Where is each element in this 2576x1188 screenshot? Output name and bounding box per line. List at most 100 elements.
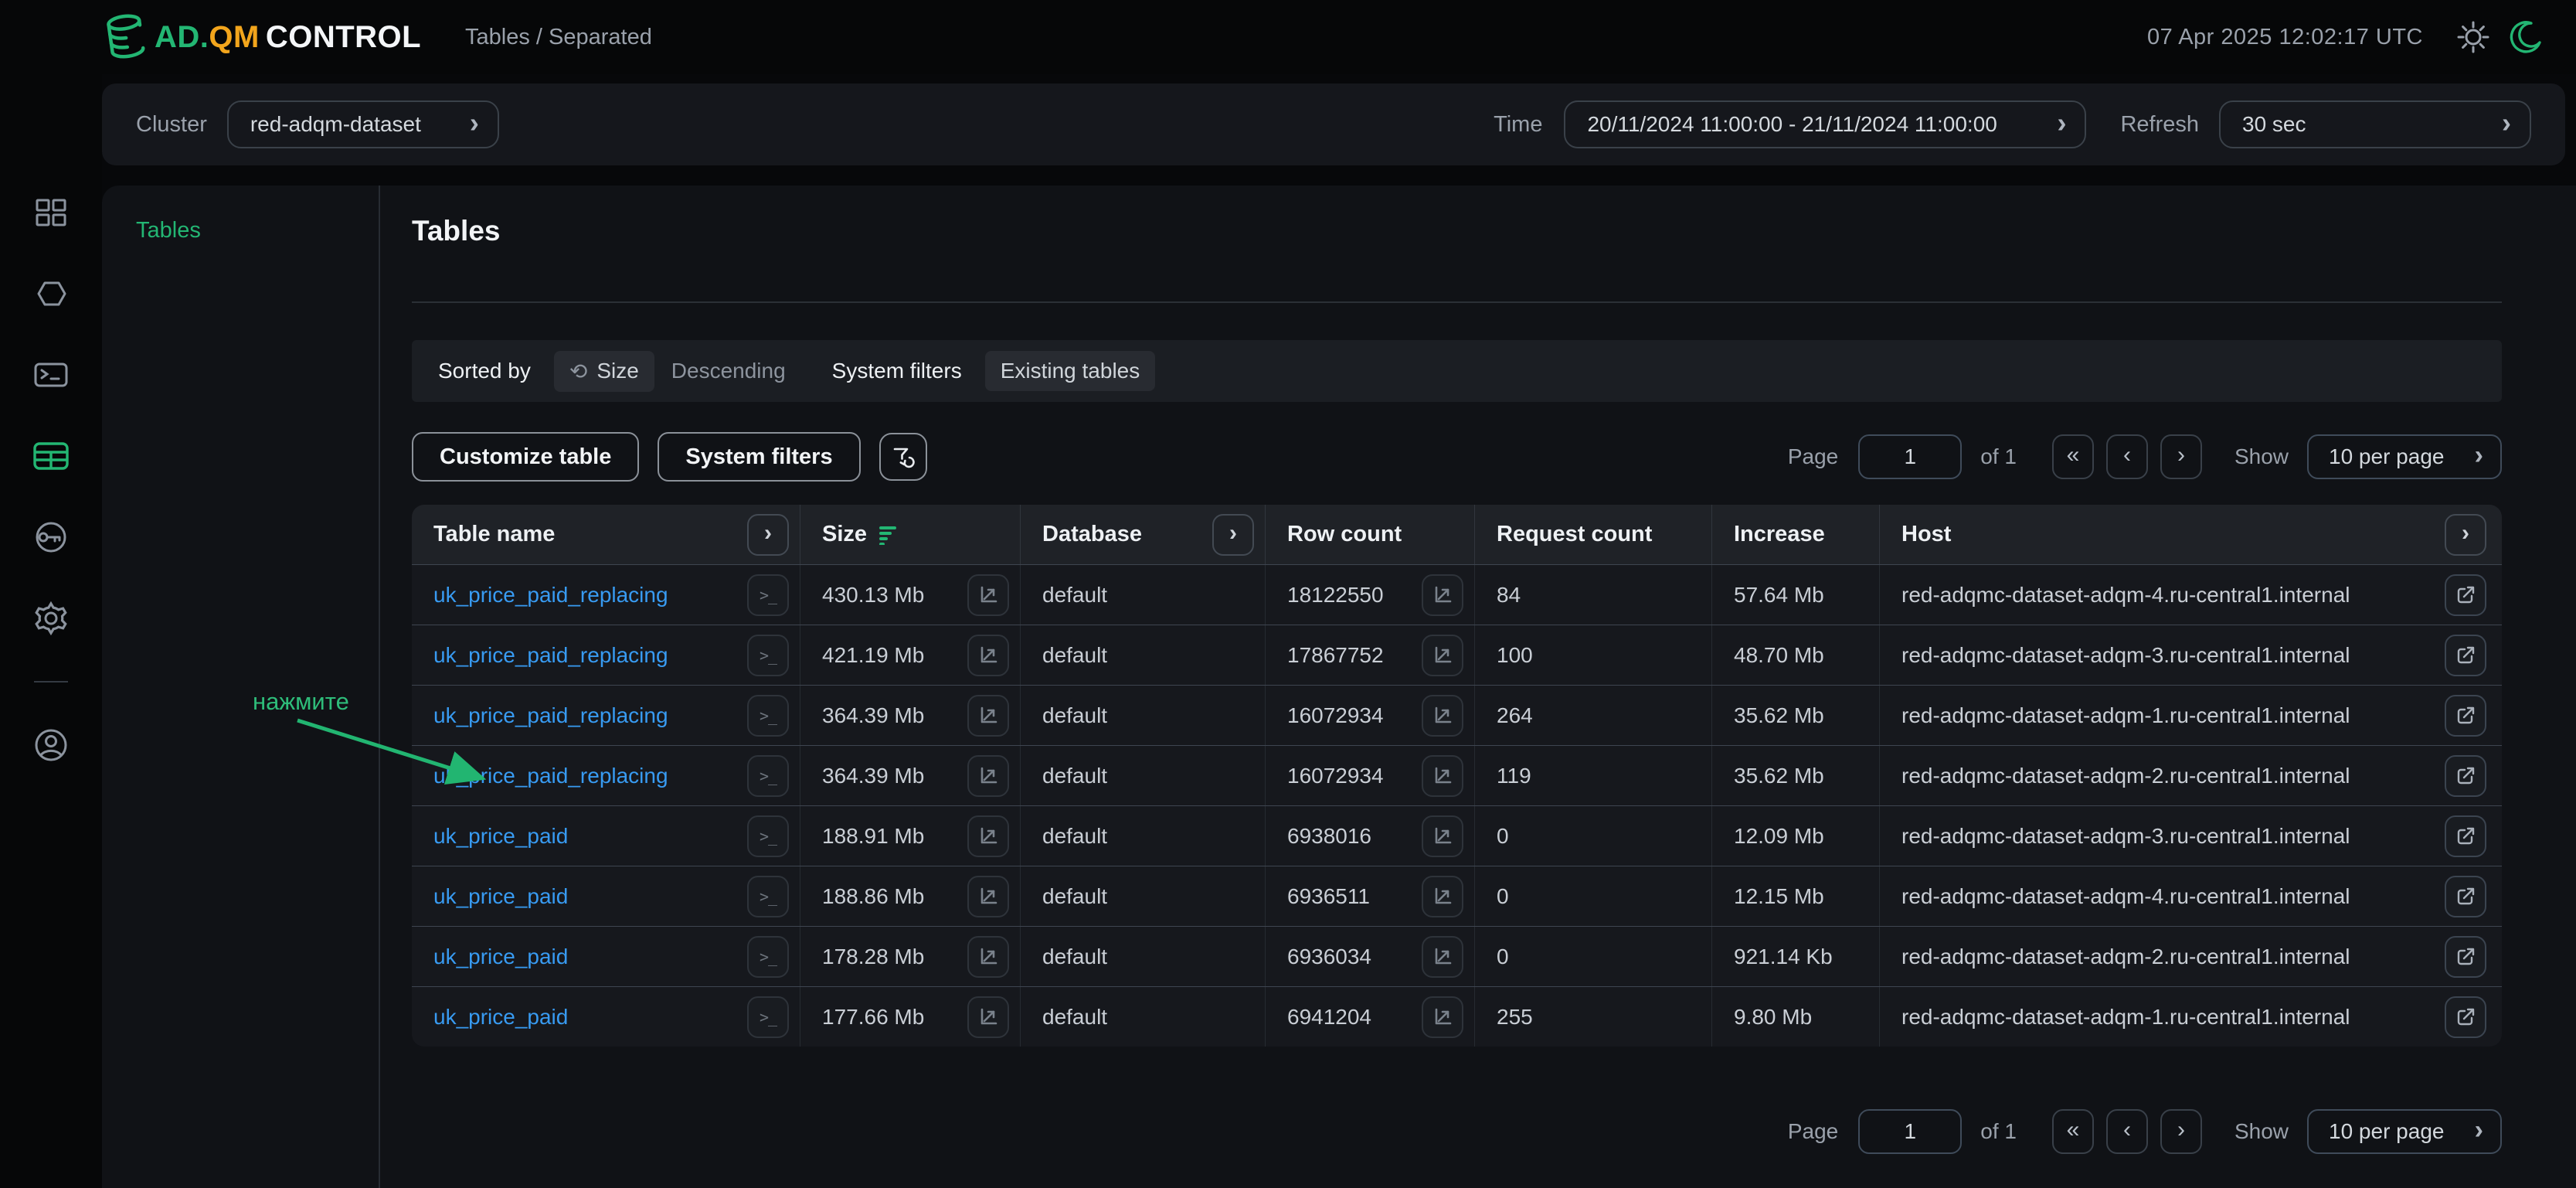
dashboard-icon[interactable] [31,192,71,233]
open-host-button[interactable] [2445,936,2486,978]
open-terminal-button[interactable]: >_ [747,635,789,676]
page-number-input[interactable] [1858,434,1962,479]
chart-trend-icon [1431,584,1454,607]
prev-page-button[interactable]: ‹ [2106,434,2148,479]
expand-column-button[interactable]: › [747,514,789,556]
external-link-icon [2454,644,2477,667]
row-count-chart-button[interactable] [1422,755,1463,797]
nav-divider [379,186,380,1188]
table-header-row: Table name › Size Database [412,505,2502,564]
size-chart-button[interactable] [967,755,1009,797]
size-chart-button[interactable] [967,996,1009,1038]
table-name-link[interactable]: uk_price_paid [433,945,568,969]
row-count-chart-button[interactable] [1422,815,1463,857]
open-host-button[interactable] [2445,755,2486,797]
table-name-link[interactable]: uk_price_paid [433,884,568,909]
row-count-chart-button[interactable] [1422,635,1463,676]
open-terminal-button[interactable]: >_ [747,574,789,616]
row-count-chart-button[interactable] [1422,574,1463,616]
size-chart-button[interactable] [967,876,1009,917]
per-page-select[interactable]: 10 per page › [2307,434,2502,479]
size-chart-button[interactable] [967,574,1009,616]
request-count-value: 0 [1497,884,1509,909]
host-value: red-adqmc-dataset-adqm-2.ru-central1.int… [1901,945,2350,969]
open-host-button[interactable] [2445,695,2486,737]
terminal-icon[interactable] [31,355,71,395]
table-name-link[interactable]: uk_price_paid_replacing [433,703,668,728]
size-chart-button[interactable] [967,815,1009,857]
size-value: 364.39 Mb [822,764,924,788]
sun-icon[interactable] [2455,19,2491,55]
col-row-count: Row count [1266,505,1475,564]
open-terminal-button[interactable]: >_ [747,815,789,857]
open-host-button[interactable] [2445,876,2486,917]
row-count-value: 6936034 [1287,945,1371,969]
hexagon-icon[interactable] [31,274,71,314]
row-count-chart-button[interactable] [1422,936,1463,978]
cell-row-count: 6941204 [1266,987,1475,1047]
open-terminal-button[interactable]: >_ [747,936,789,978]
section-nav: Tables [102,186,379,1188]
customize-table-button[interactable]: Customize table [412,432,639,482]
table-name-link[interactable]: uk_price_paid [433,1005,568,1030]
nav-item-tables[interactable]: Tables [136,218,379,243]
cell-row-count: 16072934 [1266,686,1475,745]
expand-column-button[interactable]: › [2445,514,2486,556]
table-name-link[interactable]: uk_price_paid [433,824,568,849]
table-row: uk_price_paid_replacing >_ 364.39 Mb def… [412,745,2502,805]
host-value: red-adqmc-dataset-adqm-1.ru-central1.int… [1901,703,2350,728]
profile-icon[interactable] [31,725,71,765]
key-icon[interactable] [31,517,71,557]
next-page-button[interactable]: › [2160,434,2202,479]
title-divider [412,301,2502,303]
app-logo[interactable]: AD.QMCONTROL [105,13,421,61]
table-name-link[interactable]: uk_price_paid_replacing [433,643,668,668]
size-chart-button[interactable] [967,635,1009,676]
sort-descending-icon[interactable] [878,525,898,545]
open-terminal-button[interactable]: >_ [747,695,789,737]
filter-reset-icon [891,444,916,469]
first-page-button[interactable]: « [2052,1109,2094,1154]
cell-host: red-adqmc-dataset-adqm-4.ru-central1.int… [1880,866,2502,926]
open-host-button[interactable] [2445,574,2486,616]
table-name-link[interactable]: uk_price_paid_replacing [433,583,668,608]
table-body: uk_price_paid_replacing >_ 430.13 Mb def… [412,564,2502,1047]
row-count-chart-button[interactable] [1422,996,1463,1038]
time-range-select[interactable]: 20/11/2024 11:00:00 - 21/11/2024 11:00:0… [1564,100,2086,148]
system-filter-chip[interactable]: Existing tables [985,351,1156,391]
settings-gear-icon[interactable] [31,598,71,638]
size-chart-button[interactable] [967,695,1009,737]
database-value: default [1042,1005,1107,1030]
reset-filters-button[interactable] [879,433,927,481]
cluster-select[interactable]: red-adqm-dataset › [227,100,499,148]
first-page-button[interactable]: « [2052,434,2094,479]
per-page-select[interactable]: 10 per page › [2307,1109,2502,1154]
prev-page-button[interactable]: ‹ [2106,1109,2148,1154]
open-host-button[interactable] [2445,635,2486,676]
open-terminal-button[interactable]: >_ [747,996,789,1038]
tables-icon[interactable] [31,436,71,476]
next-page-button[interactable]: › [2160,1109,2202,1154]
open-terminal-button[interactable]: >_ [747,755,789,797]
page-number-input[interactable] [1858,1109,1962,1154]
refresh-interval-select[interactable]: 30 sec › [2219,100,2531,148]
sort-direction: Descending [671,359,786,383]
open-host-button[interactable] [2445,996,2486,1038]
content-panel: Tables Tables Sorted by ⟲ Size Descendin… [102,186,2576,1188]
expand-column-button[interactable]: › [1212,514,1254,556]
size-value: 188.91 Mb [822,824,924,849]
open-terminal-button[interactable]: >_ [747,876,789,917]
cell-table-name: uk_price_paid >_ [412,927,800,986]
cell-table-name: uk_price_paid_replacing >_ [412,565,800,625]
row-count-value: 16072934 [1287,764,1384,788]
system-filters-button[interactable]: System filters [658,432,860,482]
row-count-chart-button[interactable] [1422,695,1463,737]
sort-chip[interactable]: ⟲ Size [554,351,654,392]
moon-icon[interactable] [2508,19,2544,55]
cell-increase: 35.62 Mb [1712,746,1880,805]
row-count-chart-button[interactable] [1422,876,1463,917]
table-name-link[interactable]: uk_price_paid_replacing [433,764,668,788]
size-chart-button[interactable] [967,936,1009,978]
open-host-button[interactable] [2445,815,2486,857]
cell-database: default [1021,686,1266,745]
